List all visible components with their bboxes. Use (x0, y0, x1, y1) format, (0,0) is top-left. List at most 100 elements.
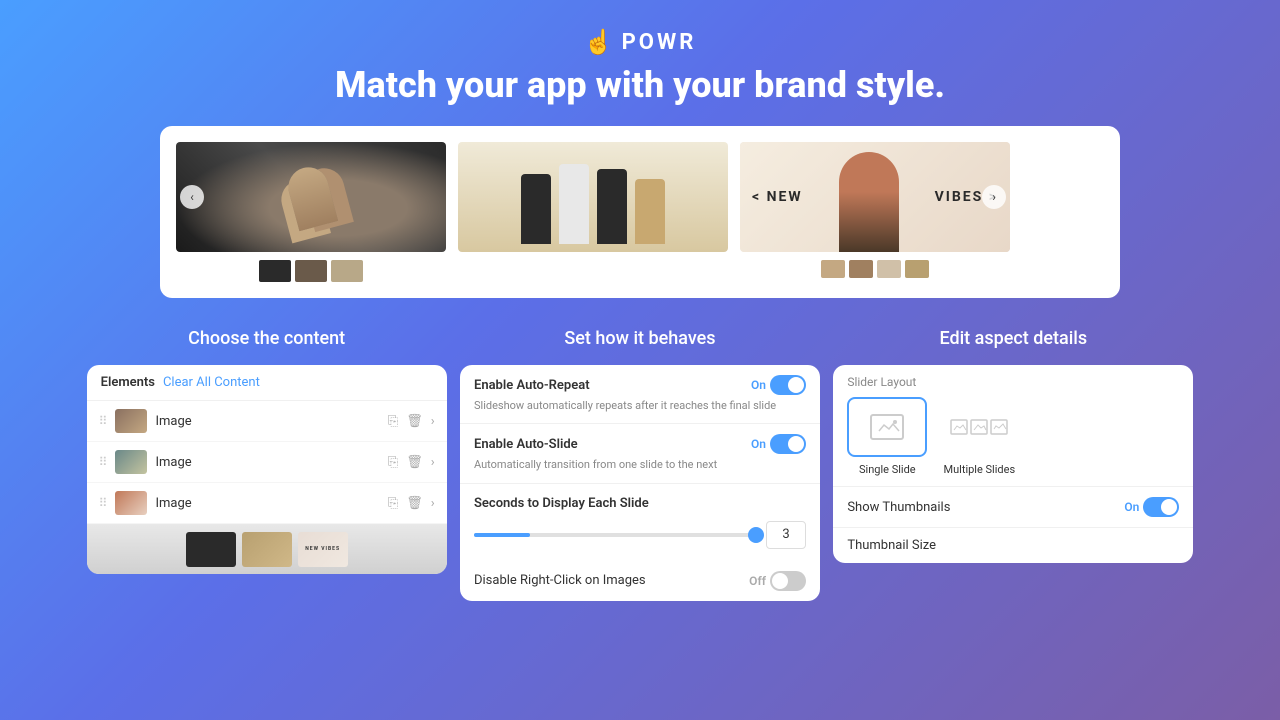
thumb-sm-3[interactable] (877, 260, 901, 278)
disable-label: Disable Right-Click on Images (474, 573, 646, 588)
slide-thumbnails-3 (821, 260, 929, 278)
img-thumb-2 (115, 450, 147, 474)
aspect-title: Edit aspect details (833, 328, 1193, 349)
delete-icon-2[interactable]: 🗑 (406, 455, 423, 470)
drag-handle-1[interactable]: ⠿ (99, 414, 108, 428)
multi-icon-1 (950, 419, 968, 435)
slide-image-2 (458, 142, 728, 252)
slide-section-3: < NEW VIBES > › (740, 142, 1010, 278)
thumb-3[interactable] (331, 260, 363, 282)
disable-switch[interactable] (770, 571, 806, 591)
elements-label: Elements (101, 375, 155, 390)
element-label-3: Image (155, 496, 379, 511)
single-slide-icon (869, 413, 905, 441)
element-row-3: ⠿ Image ⎘ 🗑 › (87, 483, 447, 524)
slide-image-3: < NEW VIBES > › (740, 142, 1010, 252)
slider-thumb[interactable] (748, 527, 764, 543)
auto-repeat-toggle-text: On (751, 378, 766, 392)
element-label-1: Image (155, 414, 379, 429)
person-2 (559, 164, 589, 244)
slider-track[interactable] (474, 533, 756, 537)
slider-value[interactable]: 3 (766, 521, 806, 549)
behavior-panel: Enable Auto-Repeat On Slideshow automati… (460, 365, 820, 601)
delete-icon-1[interactable]: 🗑 (406, 414, 423, 429)
content-panel: Elements Clear All Content ⠿ Image ⎘ 🗑 ›… (87, 365, 447, 574)
thumb-1[interactable] (259, 260, 291, 282)
next-arrow[interactable]: › (982, 185, 1006, 209)
content-title: Choose the content (87, 328, 447, 349)
thumb-sm-4[interactable] (905, 260, 929, 278)
multi-icon-3 (990, 419, 1008, 435)
disable-toggle[interactable]: Off (749, 571, 806, 591)
copy-icon-3[interactable]: ⎘ (388, 496, 398, 511)
auto-slide-toggle[interactable]: On (751, 434, 806, 454)
new-text: < NEW (752, 189, 803, 205)
element-label-2: Image (155, 455, 379, 470)
clear-link[interactable]: Clear All Content (163, 375, 260, 390)
person-3 (597, 169, 627, 244)
chevron-right-2[interactable]: › (431, 455, 435, 470)
element-row-2: ⠿ Image ⎘ 🗑 › (87, 442, 447, 483)
content-col: Choose the content Elements Clear All Co… (87, 328, 447, 601)
model-figure (839, 152, 899, 252)
element-actions-2: ⎘ 🗑 (388, 455, 423, 470)
aspect-panel: Slider Layout Single Slide (833, 365, 1193, 563)
behavior-col: Set how it behaves Enable Auto-Repeat On… (460, 328, 820, 601)
header: ☝ POWR Match your app with your brand st… (0, 0, 1280, 126)
slider-control: 3 (474, 521, 806, 549)
chevron-right-1[interactable]: › (431, 414, 435, 429)
slider-fill (474, 533, 530, 537)
chevron-right-3[interactable]: › (431, 496, 435, 511)
single-slide-btn[interactable] (847, 397, 927, 457)
disable-right-click-row: Disable Right-Click on Images Off (460, 561, 820, 601)
prev-arrow[interactable]: ‹ (180, 185, 204, 209)
auto-repeat-top: Enable Auto-Repeat On (474, 375, 806, 395)
thumbnail-size-label: Thumbnail Size (847, 538, 936, 553)
auto-repeat-toggle[interactable]: On (751, 375, 806, 395)
element-actions-3: ⎘ 🗑 (388, 496, 423, 511)
tagline: Match your app with your brand style. (0, 64, 1280, 106)
bottom-section: Choose the content Elements Clear All Co… (0, 298, 1280, 601)
thumb-2[interactable] (295, 260, 327, 282)
show-thumbnails-label: Show Thumbnails (847, 500, 950, 515)
auto-repeat-switch[interactable] (770, 375, 806, 395)
copy-icon-1[interactable]: ⎘ (388, 414, 398, 429)
person-4 (635, 179, 665, 244)
multiple-slides-label: Multiple Slides (944, 463, 1016, 476)
drag-handle-2[interactable]: ⠿ (99, 455, 108, 469)
preview-thumb-1 (186, 532, 236, 567)
auto-slide-label: Enable Auto-Slide (474, 437, 578, 452)
drag-handle-3[interactable]: ⠿ (99, 496, 108, 510)
disable-toggle-text: Off (749, 574, 766, 588)
single-slide-option[interactable]: Single Slide (847, 397, 927, 476)
slideshow-preview: ‹ < NEW VIBES > › (160, 126, 1120, 298)
slider-layout-row: Slider Layout Single Slide (833, 365, 1193, 487)
auto-slide-toggle-text: On (751, 437, 766, 451)
thumbnail-size-row: Thumbnail Size (833, 528, 1193, 563)
seconds-row: Seconds to Display Each Slide 3 (460, 484, 820, 561)
element-actions-1: ⎘ 🗑 (388, 414, 423, 429)
logo-area: ☝ POWR (0, 28, 1280, 56)
auto-repeat-desc: Slideshow automatically repeats after it… (474, 398, 806, 413)
multiple-slides-btn[interactable] (939, 397, 1019, 457)
slide-section-1: ‹ (176, 142, 446, 282)
show-thumbnails-switch[interactable] (1143, 497, 1179, 517)
auto-slide-switch[interactable] (770, 434, 806, 454)
auto-slide-top: Enable Auto-Slide On (474, 434, 806, 454)
preview-thumb-3: NEW VIBES (298, 532, 348, 567)
element-row-1: ⠿ Image ⎘ 🗑 › (87, 401, 447, 442)
auto-repeat-label: Enable Auto-Repeat (474, 378, 590, 393)
preview-thumb-2 (242, 532, 292, 567)
img-thumb-3 (115, 491, 147, 515)
show-thumbnails-row: Show Thumbnails On (833, 487, 1193, 528)
copy-icon-2[interactable]: ⎘ (388, 455, 398, 470)
auto-slide-row: Enable Auto-Slide On Automatically trans… (460, 424, 820, 483)
show-thumbnails-toggle[interactable]: On (1124, 497, 1179, 517)
multiple-slides-option[interactable]: Multiple Slides (939, 397, 1019, 476)
delete-icon-3[interactable]: 🗑 (406, 496, 423, 511)
powr-icon: ☝ (584, 28, 614, 56)
thumb-sm-1[interactable] (821, 260, 845, 278)
thumb-sm-2[interactable] (849, 260, 873, 278)
person-1 (521, 174, 551, 244)
layout-options: Single Slide (847, 397, 1179, 476)
